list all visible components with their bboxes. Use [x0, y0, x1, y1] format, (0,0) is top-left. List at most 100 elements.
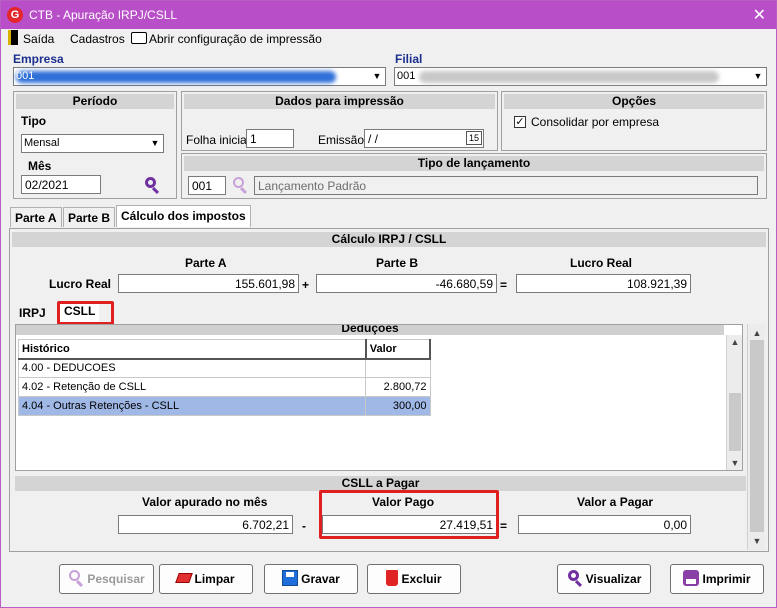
scroll-up-icon[interactable]: ▲	[727, 335, 743, 349]
save-disk-icon	[282, 570, 299, 586]
tax-calculation-content: Cálculo IRPJ / CSLL Parte A Parte B Lucr…	[9, 228, 769, 552]
print-data-panel: Dados para impressão Folha inicial 1 Emi…	[181, 91, 498, 151]
menu-print-config[interactable]: Abrir configuração de impressão	[149, 32, 322, 46]
clear-button-label: Limpar	[194, 572, 235, 586]
to-pay-label: Valor a Pagar	[577, 495, 654, 509]
clear-button[interactable]: Limpar	[159, 564, 253, 594]
type-label: Tipo	[21, 114, 47, 128]
table-row[interactable]: 4.02 - Retenção de CSLL 2.800,72	[17, 377, 431, 397]
month-input[interactable]: 02/2021	[21, 175, 101, 194]
view-button[interactable]: Visualizar	[557, 564, 651, 594]
row-history: 4.04 - Outras Retenções - CSLL	[17, 396, 367, 416]
csll-tab-highlight	[57, 301, 114, 325]
entry-type-search-icon[interactable]	[232, 176, 250, 195]
chevron-down-icon[interactable]: ▼	[369, 68, 385, 85]
row-history: 4.02 - Retenção de CSLL	[17, 377, 367, 397]
deductions-scrollbar[interactable]: ▲ ▼	[726, 335, 742, 470]
branch-select[interactable]: 001 ▼	[394, 67, 767, 86]
search-button[interactable]: Pesquisar	[59, 564, 154, 594]
company-name-redacted	[16, 71, 336, 83]
scrollbar-thumb[interactable]	[750, 340, 764, 532]
csll-payable-header: CSLL a Pagar	[15, 476, 746, 491]
scrollbar-thumb[interactable]	[729, 393, 741, 451]
period-panel: Período Tipo Mensal ▼ Mês 02/2021	[13, 91, 177, 199]
options-panel: Opções ✓ Consolidar por empresa	[501, 91, 767, 151]
branch-label: Filial	[395, 52, 423, 66]
exit-door-icon	[8, 30, 18, 45]
col-part-a-label: Parte A	[185, 256, 227, 270]
row-value: 300,00	[365, 396, 431, 416]
scroll-up-icon[interactable]: ▲	[748, 326, 766, 340]
magnifier-icon	[567, 570, 583, 588]
chevron-down-icon[interactable]: ▼	[750, 68, 766, 85]
part-b-value: -46.680,59	[316, 274, 497, 293]
issue-label: Emissão	[318, 133, 365, 147]
search-button-label: Pesquisar	[87, 572, 145, 586]
entry-type-panel: Tipo de lançamento 001 Lançamento Padrão	[181, 153, 767, 199]
month-label: Mês	[28, 159, 52, 173]
options-header: Opções	[504, 94, 764, 109]
tab-part-b[interactable]: Parte B	[63, 207, 116, 227]
table-row[interactable]: 4.00 - DEDUCOES	[17, 358, 431, 378]
first-page-label: Folha inicial	[186, 133, 250, 147]
col-value-header[interactable]: Valor	[365, 339, 432, 360]
plus-operator: +	[302, 278, 310, 292]
eraser-icon	[175, 573, 194, 583]
entry-type-code-input[interactable]: 001	[188, 176, 226, 195]
deductions-header: Deduções	[16, 325, 724, 335]
print-data-header: Dados para impressão	[184, 94, 495, 109]
issue-date-value: / /	[368, 132, 379, 146]
calendar-icon[interactable]: 15	[466, 131, 482, 145]
col-history-header[interactable]: Histórico	[17, 339, 367, 360]
scroll-down-icon[interactable]: ▼	[727, 456, 743, 470]
col-part-b-label: Parte B	[376, 256, 419, 270]
row-value: 2.800,72	[365, 377, 431, 397]
consolidate-label: Consolidar por empresa	[531, 115, 660, 129]
equals-operator: =	[500, 519, 508, 533]
branch-name-redacted	[419, 71, 719, 83]
scroll-down-icon[interactable]: ▼	[748, 534, 766, 548]
app-logo-icon: G	[7, 7, 23, 23]
content-scrollbar[interactable]: ▲ ▼	[747, 324, 765, 550]
view-button-label: Visualizar	[585, 572, 642, 586]
period-header: Período	[16, 94, 174, 109]
company-select[interactable]: 001 ▼	[13, 67, 386, 86]
real-profit-value: 108.921,39	[516, 274, 691, 293]
entry-type-header: Tipo de lançamento	[184, 156, 764, 171]
menu-exit[interactable]: Saída	[23, 32, 54, 46]
search-icon	[68, 570, 84, 588]
entry-type-description: Lançamento Padrão	[254, 176, 758, 195]
chevron-down-icon[interactable]: ▼	[147, 135, 163, 152]
print-button-label: Imprimir	[702, 572, 751, 586]
part-a-value: 155.601,98	[118, 274, 299, 293]
menu-register[interactable]: Cadastros	[70, 32, 125, 46]
month-search-icon[interactable]	[144, 176, 162, 195]
consolidate-checkbox[interactable]: ✓	[514, 116, 526, 128]
tab-part-a[interactable]: Parte A	[10, 207, 62, 227]
close-icon[interactable]: ✕	[753, 5, 766, 25]
calc-header: Cálculo IRPJ / CSLL	[12, 232, 766, 247]
table-row-selected[interactable]: 4.04 - Outras Retenções - CSLL 300,00	[17, 396, 431, 416]
title-bar: G CTB - Apuração IRPJ/CSLL ✕	[1, 1, 776, 29]
row-history: 4.00 - DEDUCOES	[17, 358, 367, 378]
company-code: 001	[16, 70, 35, 82]
col-result-label: Lucro Real	[570, 256, 633, 270]
subtab-irpj[interactable]: IRPJ	[15, 303, 50, 323]
real-profit-row-label: Lucro Real	[49, 277, 112, 291]
to-pay-value: 0,00	[518, 515, 691, 534]
type-value: Mensal	[24, 137, 60, 149]
save-button[interactable]: Gravar	[264, 564, 358, 594]
row-value	[365, 358, 431, 378]
branch-code: 001	[397, 70, 416, 82]
first-page-input[interactable]: 1	[246, 129, 294, 148]
type-select[interactable]: Mensal ▼	[21, 134, 164, 153]
print-button[interactable]: Imprimir	[670, 564, 764, 594]
printer-icon	[683, 570, 700, 586]
equals-operator: =	[500, 278, 508, 292]
tab-tax-calculation[interactable]: Cálculo dos impostos	[116, 205, 251, 227]
delete-button[interactable]: Excluir	[367, 564, 461, 594]
window-title: CTB - Apuração IRPJ/CSLL	[29, 8, 178, 22]
paid-value-highlight	[319, 490, 499, 539]
assessed-label: Valor apurado no mês	[142, 495, 268, 509]
deductions-grid-area: Deduções Histórico Valor 4.00 - DEDUCOES…	[15, 324, 743, 471]
